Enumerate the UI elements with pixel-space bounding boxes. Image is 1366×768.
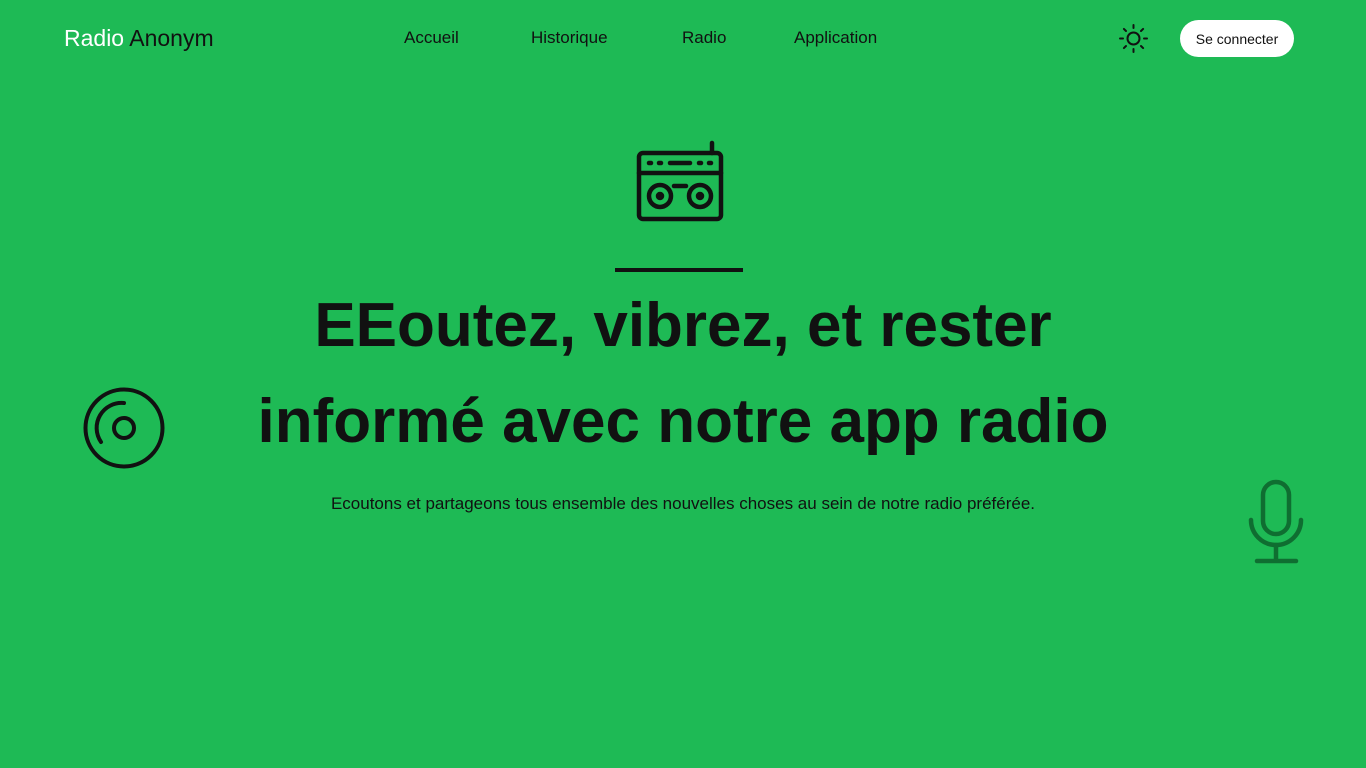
- landing-page: Radio Anonym Accueil Historique Radio Ap…: [0, 0, 1366, 768]
- hero-subtitle: Ecoutons et partageons tous ensemble des…: [330, 494, 1036, 513]
- login-button[interactable]: Se connecter: [1180, 20, 1294, 57]
- nav-link-application[interactable]: Application: [794, 27, 877, 49]
- hero-title-line-1: EEoutez, vibrez, et rester: [314, 291, 1052, 360]
- logo-word-anonym: Anonym: [129, 25, 214, 51]
- radio-icon: [636, 140, 724, 222]
- nav-link-accueil[interactable]: Accueil: [404, 27, 459, 49]
- hero-title-line-2: informé avec notre app radio: [257, 387, 1109, 456]
- hero-divider: [615, 268, 743, 272]
- nav-link-historique[interactable]: Historique: [531, 27, 608, 49]
- disc-icon: [83, 387, 165, 469]
- site-header: Radio Anonym Accueil Historique Radio Ap…: [0, 0, 1366, 76]
- sun-icon: [1119, 24, 1148, 53]
- theme-toggle-button[interactable]: [1118, 23, 1149, 54]
- logo-word-radio: Radio: [64, 25, 125, 51]
- site-logo[interactable]: Radio Anonym: [64, 24, 214, 52]
- nav-link-radio[interactable]: Radio: [682, 27, 726, 49]
- microphone-icon: [1248, 479, 1304, 564]
- hero-title: EEoutez, vibrez, et rester informé avec …: [183, 278, 1183, 470]
